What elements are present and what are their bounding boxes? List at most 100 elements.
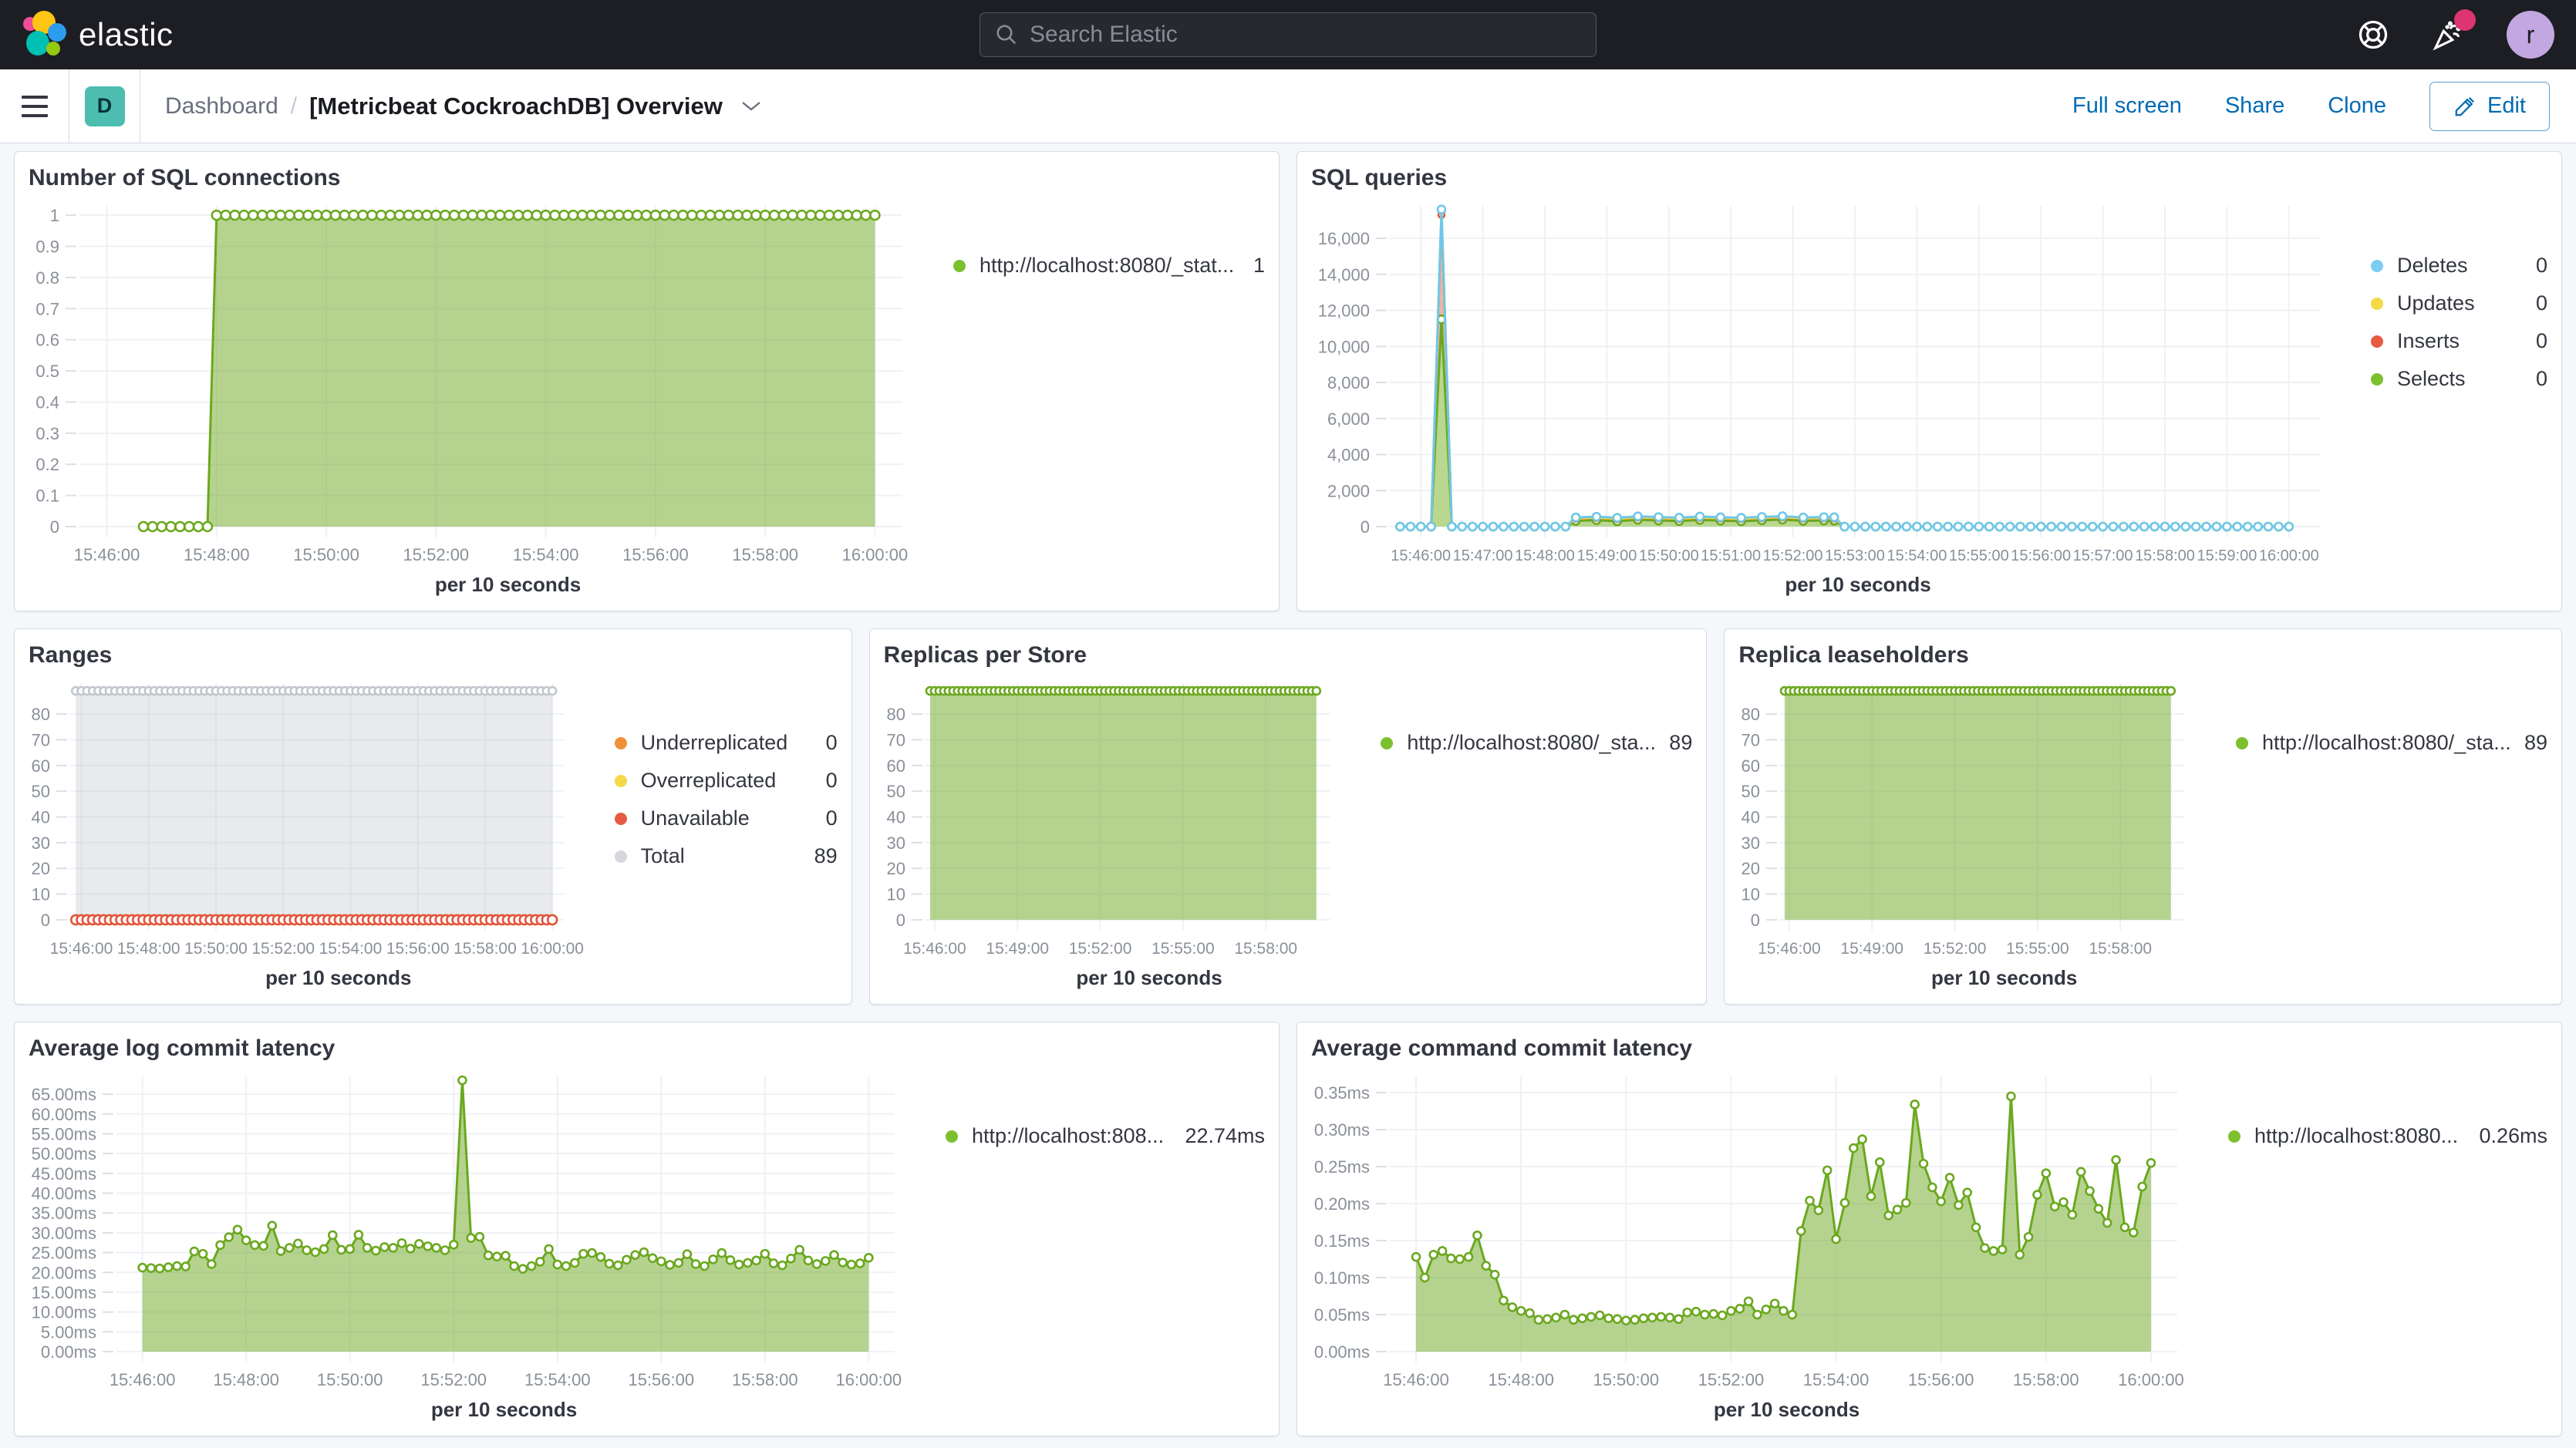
svg-text:15:52:00: 15:52:00 [1924,940,1987,958]
legend-label: Total [641,844,685,868]
sql-queries-chart[interactable]: 15:46:0015:47:0015:48:0015:49:0015:50:00… [1311,194,2351,571]
elastic-brand[interactable]: elastic [22,11,174,59]
panel-title: Replicas per Store [884,640,1693,671]
top-navigation-bar: elastic r [0,0,2576,69]
share-button[interactable]: Share [2225,93,2284,119]
ranges-chart[interactable]: 15:46:0015:48:0015:50:0015:52:0015:54:00… [29,671,595,965]
notification-dot [2454,9,2476,31]
legend-value: 22.74ms [1171,1124,1265,1148]
legend-label: Overreplicated [641,769,777,793]
dashboard-grid: Number of SQL connections 15:46:0015:48:… [0,143,2576,1448]
legend-item[interactable]: http://localhost:808...22.74ms [946,1124,1265,1148]
svg-text:50.00ms: 50.00ms [32,1144,96,1163]
svg-text:15:50:00: 15:50:00 [184,940,248,958]
svg-text:15:52:00: 15:52:00 [403,545,470,564]
legend-item[interactable]: http://localhost:8080/_stat...1 [953,254,1265,278]
legend-item[interactable]: http://localhost:8080...0.26ms [2228,1124,2547,1148]
svg-text:16:00:00: 16:00:00 [521,940,584,958]
sql-connections-chart[interactable]: 15:46:0015:48:0015:50:0015:52:0015:54:00… [29,194,933,571]
svg-text:15:58:00: 15:58:00 [1234,940,1297,958]
legend-color-dot [2371,335,2383,348]
replica-leaseholders-chart[interactable]: 15:46:0015:49:0015:52:0015:55:0015:58:00… [1738,671,2216,965]
global-search[interactable] [979,12,1597,57]
svg-text:20: 20 [1741,859,1760,878]
full-screen-button[interactable]: Full screen [2072,93,2182,119]
svg-text:15:47:00: 15:47:00 [1453,547,1513,564]
svg-text:10,000: 10,000 [1318,337,1370,356]
svg-text:60: 60 [1741,756,1760,776]
legend-label: Updates [2397,291,2475,315]
panel-log-commit-latency: Average log commit latency 15:46:0015:48… [14,1022,1280,1436]
legend-value: 1 [1239,254,1265,278]
legend-item[interactable]: Unavailable0 [615,807,838,830]
legend-item[interactable]: Selects0 [2371,367,2547,391]
svg-text:40.00ms: 40.00ms [32,1184,96,1204]
svg-text:15:46:00: 15:46:00 [1758,940,1821,958]
legend-item[interactable]: http://localhost:8080/_sta...89 [2236,731,2547,755]
svg-text:70: 70 [32,730,50,749]
search-input[interactable] [979,12,1597,57]
svg-text:0: 0 [895,911,905,930]
svg-text:30: 30 [1741,833,1760,853]
brand-name: elastic [79,16,174,53]
svg-text:15:54:00: 15:54:00 [1886,547,1947,564]
dashboard-app-badge[interactable]: D [85,86,125,126]
chevron-down-icon[interactable] [740,99,763,114]
svg-text:50: 50 [886,782,905,801]
svg-text:0.30ms: 0.30ms [1314,1120,1370,1140]
help-button[interactable] [2355,17,2391,52]
svg-text:15:58:00: 15:58:00 [2089,940,2153,958]
search-icon [995,23,1018,46]
panel-sql-queries: SQL queries 15:46:0015:47:0015:48:0015:4… [1296,151,2562,611]
log-commit-latency-chart[interactable]: 15:46:0015:48:0015:50:0015:52:0015:54:00… [29,1064,926,1396]
breadcrumb-dashboard-link[interactable]: Dashboard [165,93,278,120]
legend-item[interactable]: Deletes0 [2371,254,2547,278]
svg-text:30.00ms: 30.00ms [32,1224,96,1243]
svg-text:8,000: 8,000 [1327,373,1370,392]
svg-text:20: 20 [886,859,905,878]
panel-replica-leaseholders: Replica leaseholders 15:46:0015:49:0015:… [1724,628,2562,1005]
svg-text:15:59:00: 15:59:00 [2197,547,2257,564]
svg-text:15:46:00: 15:46:00 [110,1370,176,1389]
svg-text:15:46:00: 15:46:00 [1383,1370,1449,1389]
legend-item[interactable]: Underreplicated0 [615,731,838,755]
replicas-per-store-chart[interactable]: 15:46:0015:49:0015:52:0015:55:0015:58:00… [884,671,1361,965]
panel-title: Replica leaseholders [1738,640,2547,671]
svg-text:15:50:00: 15:50:00 [1639,547,1699,564]
legend-item[interactable]: Total89 [615,844,838,868]
legend-color-dot [615,813,627,825]
svg-text:15:48:00: 15:48:00 [1488,1370,1554,1389]
svg-text:15:50:00: 15:50:00 [293,545,359,564]
svg-text:80: 80 [886,705,905,724]
svg-text:2,000: 2,000 [1327,481,1370,500]
svg-text:15:51:00: 15:51:00 [1701,547,1761,564]
svg-text:0: 0 [50,517,59,537]
legend-color-dot [2371,298,2383,310]
menu-button[interactable] [0,69,69,143]
legend-label: http://localhost:8080/_sta... [2262,731,2510,755]
svg-text:15:52:00: 15:52:00 [251,940,315,958]
legend-item[interactable]: Updates0 [2371,291,2547,315]
svg-text:0.2: 0.2 [35,455,59,474]
legend-value: 0 [2522,329,2547,353]
svg-text:0.9: 0.9 [35,237,59,257]
whats-new-button[interactable] [2431,17,2466,52]
chart-legend: http://localhost:8080/_stat...1 [933,194,1265,604]
legend-color-dot [2371,260,2383,272]
breadcrumb: Dashboard / [Metricbeat CockroachDB] Ove… [165,93,763,120]
svg-text:16:00:00: 16:00:00 [2118,1370,2184,1389]
command-commit-latency-chart[interactable]: 15:46:0015:48:0015:50:0015:52:0015:54:00… [1311,1064,2208,1396]
edit-button[interactable]: Edit [2429,82,2550,131]
legend-item[interactable]: Overreplicated0 [615,769,838,793]
legend-item[interactable]: http://localhost:8080/_sta...89 [1381,731,1692,755]
svg-text:15:56:00: 15:56:00 [386,940,450,958]
user-avatar[interactable]: r [2507,11,2554,59]
page-title: [Metricbeat CockroachDB] Overview [309,93,723,120]
svg-text:50: 50 [1741,782,1760,801]
elastic-logo-icon [22,11,66,59]
clone-button[interactable]: Clone [2328,93,2386,119]
svg-text:16:00:00: 16:00:00 [842,545,909,564]
svg-text:15:48:00: 15:48:00 [184,545,250,564]
svg-text:10.00ms: 10.00ms [32,1303,96,1322]
legend-item[interactable]: Inserts0 [2371,329,2547,353]
